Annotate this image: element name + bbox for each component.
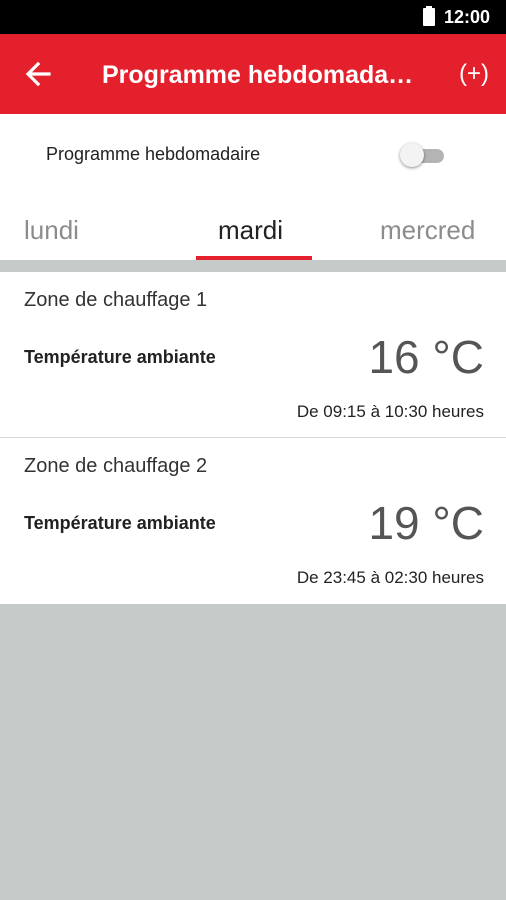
zone-card-2[interactable]: Zone de chauffage 2 Température ambiante… [0, 438, 506, 604]
zone-name: Zone de chauffage 2 [24, 455, 208, 477]
weekly-program-label: Programme hebdomadaire [46, 144, 261, 164]
status-clock: 12:00 [444, 7, 491, 27]
section-divider [0, 260, 506, 272]
page-title: Programme hebdomada… [102, 61, 414, 89]
tab-lundi[interactable]: lundi [24, 214, 79, 246]
tab-mercredi[interactable]: mercred [380, 214, 475, 246]
day-tabs: lundi mardi mercred [0, 194, 506, 260]
temperature-value: 19 °C [368, 497, 484, 549]
status-bar: 12:00 [0, 0, 506, 34]
temperature-label: Température ambiante [24, 513, 216, 533]
tab-mardi[interactable]: mardi [218, 214, 283, 246]
toggle-thumb [400, 143, 424, 167]
battery-full-icon [423, 6, 435, 26]
zone-card-1[interactable]: Zone de chauffage 1 Température ambiante… [0, 272, 506, 438]
add-program-button[interactable]: (+) [452, 52, 496, 96]
weekly-program-toggle[interactable] [400, 142, 446, 168]
arrow-back-icon [25, 61, 51, 87]
schedule-time-range: De 09:15 à 10:30 heures [296, 402, 484, 421]
back-button[interactable] [18, 54, 58, 94]
weekly-program-row: Programme hebdomadaire [0, 114, 506, 194]
zone-name: Zone de chauffage 1 [24, 289, 208, 311]
schedule-time-range: De 23:45 à 02:30 heures [296, 568, 484, 587]
temperature-label: Température ambiante [24, 347, 216, 367]
temperature-value: 16 °C [368, 331, 484, 383]
app-bar: Programme hebdomada… (+) [0, 34, 506, 114]
